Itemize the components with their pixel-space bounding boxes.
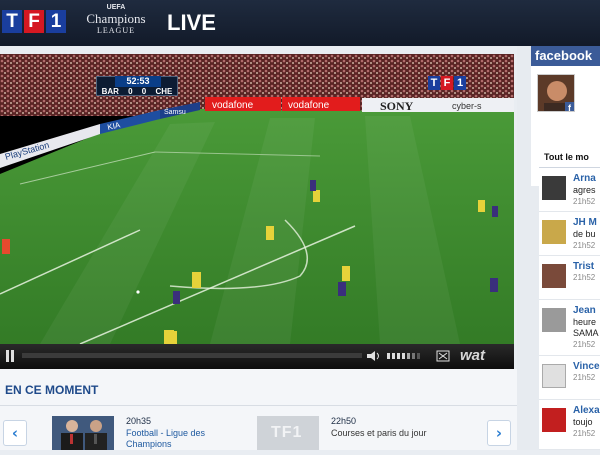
chevron-left-icon: ‹ [11, 424, 19, 442]
program-title[interactable]: Football - Ligue des Champions [126, 428, 218, 450]
feed-item-name[interactable]: Alexa [573, 405, 600, 417]
feed-item[interactable]: Trist 21h52 [539, 256, 600, 300]
cl-logo-title: Champions [86, 11, 146, 26]
wat-logo[interactable]: wat [460, 347, 485, 365]
feed-item-text-2: SAMA [573, 328, 599, 338]
activity-feed: Tout le mo Arna agres 21h52 JH M de bu 2… [539, 146, 600, 450]
feed-item-time: 21h52 [573, 340, 596, 349]
pause-icon[interactable] [4, 349, 16, 363]
ad-vodafone-2: vodafone [288, 100, 330, 111]
volume-icon[interactable] [366, 350, 382, 362]
avatar [542, 176, 566, 200]
channel-bug: T F 1 [428, 76, 466, 90]
next-button[interactable]: › [487, 420, 511, 446]
ad-sony: SONY [380, 99, 414, 113]
feed-item[interactable]: Vince 21h52 [539, 356, 600, 400]
match-clock: 52:53 [115, 76, 161, 87]
feed-item-name[interactable]: Jean [573, 305, 596, 317]
feed-item-name[interactable]: JH M [573, 217, 597, 229]
channel-bug-letter: F [441, 76, 453, 90]
site-header: T F 1 UEFA Champions LEAGUE LIVE [0, 0, 600, 46]
player-controls: wat [0, 344, 514, 369]
feed-item-text: toujo [573, 417, 593, 427]
now-playing-section: EN CE MOMENT ‹ 20h35 Football - Ligue de… [0, 369, 517, 450]
ad-cybershot: cyber-s [452, 101, 482, 111]
avatar [542, 264, 566, 288]
scoreboard: 52:53 BAR 0 0 CHE [96, 76, 178, 96]
feed-item-name[interactable]: Trist [573, 261, 594, 273]
home-team: BAR [101, 87, 119, 96]
program-time: 22h50 [331, 416, 357, 426]
video-frame[interactable]: PlayStation KIA Samsu vodafone vodafone … [0, 54, 514, 344]
program-title[interactable]: Courses et paris du jour [331, 428, 461, 439]
feed-item[interactable]: JH M de bu 21h52 [539, 212, 600, 256]
program-thumbnail[interactable] [52, 416, 114, 450]
fullscreen-icon[interactable] [436, 350, 450, 362]
prev-button[interactable]: ‹ [3, 420, 27, 446]
avatar [542, 308, 566, 332]
avatar [542, 220, 566, 244]
feed-item-text: heure [573, 317, 597, 327]
feed-item[interactable]: Alexa toujo 21h52 [539, 400, 600, 450]
section-title: EN CE MOMENT [5, 383, 99, 397]
tf1-logo[interactable]: T F 1 [2, 10, 66, 33]
ad-vodafone-1: vodafone [212, 100, 254, 111]
feed-item[interactable]: Jean heure SAMA 21h52 [539, 300, 600, 356]
feed-item[interactable]: Arna agres 21h52 [539, 168, 600, 212]
avatar [542, 408, 566, 432]
cl-logo-league: LEAGUE [97, 26, 135, 35]
chevron-right-icon: › [495, 424, 503, 442]
user-avatar[interactable]: f [537, 74, 575, 112]
away-team: CHE [155, 87, 173, 96]
feed-item-time: 21h52 [573, 273, 596, 282]
progress-bar[interactable] [22, 353, 362, 358]
ad-samsung: Samsu [164, 109, 186, 116]
feed-item-text: de bu [573, 229, 596, 239]
presenters-image [52, 416, 114, 450]
match-scene: PlayStation KIA Samsu vodafone vodafone … [0, 54, 514, 344]
score-line: BAR 0 0 CHE [97, 87, 177, 97]
tf1-thumbnail-logo: TF1 [271, 424, 303, 441]
tf1-logo-letter: T [2, 10, 22, 33]
program-thumbnail[interactable]: TF1 [257, 416, 319, 450]
champions-league-logo[interactable]: UEFA Champions LEAGUE [72, 4, 160, 36]
volume-slider[interactable] [387, 352, 423, 360]
section-divider [0, 405, 517, 406]
feed-item-time: 21h52 [573, 241, 596, 250]
live-label: LIVE [167, 10, 216, 35]
tab-all-activity[interactable]: Tout le mo [539, 146, 600, 168]
away-score: 0 [141, 87, 147, 96]
feed-item-time: 21h52 [573, 373, 596, 382]
tf1-logo-letter: 1 [46, 10, 66, 33]
channel-bug-letter: 1 [454, 76, 466, 90]
video-player[interactable]: PlayStation KIA Samsu vodafone vodafone … [0, 54, 514, 369]
facebook-title[interactable]: facebook [531, 46, 600, 66]
feed-item-time: 21h52 [573, 197, 596, 206]
feed-item-name[interactable]: Arna [573, 173, 596, 185]
program-time: 20h35 [126, 416, 152, 426]
facebook-sidebar: facebook f M Tout le mo Arna agres 21h52… [517, 46, 600, 450]
feed-item-name[interactable]: Vince [573, 361, 600, 373]
feed-item-text: agres [573, 185, 596, 195]
home-score: 0 [128, 87, 133, 96]
tf1-logo-letter: F [24, 10, 44, 33]
feed-item-time: 21h52 [573, 429, 596, 438]
channel-bug-letter: T [428, 76, 440, 90]
avatar [542, 364, 566, 388]
avatar-image: f [538, 75, 574, 111]
